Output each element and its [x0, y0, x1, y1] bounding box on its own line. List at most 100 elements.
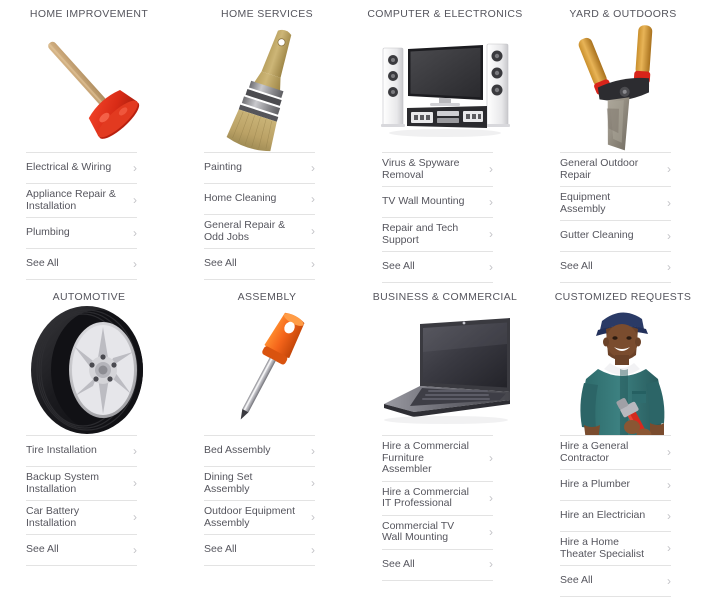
- category-link[interactable]: Electrical & Wiring ›: [26, 153, 137, 184]
- chevron-right-icon: ›: [667, 541, 671, 555]
- link-label: Hire a Plumber: [560, 478, 631, 491]
- link-label: Outdoor Equipment Assembly: [204, 505, 296, 529]
- category-image: [178, 305, 356, 435]
- category-link[interactable]: Bed Assembly ›: [204, 436, 315, 467]
- link-label: Electrical & Wiring: [26, 161, 112, 174]
- category-link-list: Virus & Spyware Removal › TV Wall Mounting…: [382, 152, 493, 283]
- category-link[interactable]: Commercial TV Wall Mounting ›: [382, 516, 493, 550]
- chevron-right-icon: ›: [489, 450, 493, 465]
- link-label: General Outdoor Repair: [560, 157, 639, 181]
- technician-illustration: [580, 312, 665, 435]
- category-image: [178, 22, 356, 152]
- category-card: ASSEMBLY Bed Assembly › Dining Set Assembl…: [178, 283, 356, 597]
- chevron-right-icon: ›: [311, 224, 315, 238]
- category-link[interactable]: Painting ›: [204, 153, 315, 184]
- see-all-link[interactable]: See All ›: [560, 566, 671, 597]
- see-all-link[interactable]: See All ›: [382, 550, 493, 581]
- chevron-right-icon: ›: [667, 228, 671, 243]
- category-link[interactable]: General Outdoor Repair ›: [560, 153, 671, 187]
- link-label: Dining Set Assembly: [204, 471, 253, 495]
- link-label: Home Cleaning: [204, 192, 277, 205]
- chevron-right-icon: ›: [133, 510, 137, 524]
- category-link[interactable]: Hire a Home Theater Specialist ›: [560, 532, 671, 566]
- plunger-illustration: [48, 41, 140, 139]
- chevron-right-icon: ›: [489, 227, 493, 241]
- link-label: Hire a Commercial Furniture Assembler: [382, 440, 469, 475]
- category-image: [534, 22, 712, 152]
- category-link[interactable]: Hire a General Contractor ›: [560, 436, 671, 470]
- chevron-right-icon: ›: [311, 443, 315, 458]
- category-title: ASSEMBLY: [237, 291, 297, 303]
- category-link[interactable]: Outdoor Equipment Assembly ›: [204, 501, 315, 535]
- chevron-right-icon: ›: [311, 510, 315, 524]
- link-label: Car Battery Installation: [26, 505, 80, 529]
- chevron-right-icon: ›: [133, 193, 137, 207]
- category-grid: HOME IMPROVEMENT Electrical & Wiring › App…: [0, 0, 712, 597]
- chevron-right-icon: ›: [133, 443, 137, 458]
- chevron-right-icon: ›: [667, 162, 671, 176]
- chevron-right-icon: ›: [489, 194, 493, 209]
- category-card: CUSTOMIZED REQUESTS Hire a General Contr…: [534, 283, 712, 597]
- see-all-link[interactable]: See All ›: [382, 252, 493, 283]
- category-link[interactable]: Car Battery Installation ›: [26, 501, 137, 535]
- chevron-right-icon: ›: [133, 256, 137, 271]
- link-label: See All: [382, 557, 415, 570]
- category-link-list: Tire Installation › Backup System Installa…: [26, 435, 137, 566]
- category-link[interactable]: Tire Installation ›: [26, 436, 137, 467]
- category-link-list: Electrical & Wiring › Appliance Repair & I…: [26, 152, 137, 280]
- see-all-link[interactable]: See All ›: [26, 249, 137, 280]
- category-image: [356, 305, 534, 435]
- link-label: Hire a Commercial IT Professional: [382, 485, 469, 509]
- link-label: Tire Installation: [26, 444, 97, 457]
- category-link[interactable]: Repair and Tech Support ›: [382, 218, 493, 252]
- category-link[interactable]: General Repair & Odd Jobs ›: [204, 215, 315, 249]
- link-label: See All: [26, 257, 59, 270]
- category-link[interactable]: Plumbing ›: [26, 218, 137, 249]
- category-link[interactable]: TV Wall Mounting ›: [382, 187, 493, 218]
- link-label: Virus & Spyware Removal: [382, 157, 460, 181]
- category-card: AUTOMOTIVE Tire Installation › Backup Sy…: [0, 283, 178, 597]
- screwdriver-illustration: [240, 312, 305, 420]
- link-label: See All: [382, 260, 415, 273]
- category-link[interactable]: Hire a Plumber ›: [560, 470, 671, 501]
- category-link[interactable]: Virus & Spyware Removal ›: [382, 153, 493, 187]
- see-all-link[interactable]: See All ›: [26, 535, 137, 566]
- category-image: [534, 305, 712, 435]
- chevron-right-icon: ›: [489, 524, 493, 539]
- see-all-link[interactable]: See All ›: [204, 249, 315, 280]
- category-title: BUSINESS & COMMERCIAL: [372, 291, 518, 303]
- category-link[interactable]: Home Cleaning ›: [204, 184, 315, 215]
- category-link[interactable]: Equipment Assembly ›: [560, 187, 671, 221]
- chevron-right-icon: ›: [489, 259, 493, 274]
- category-link[interactable]: Gutter Cleaning ›: [560, 221, 671, 252]
- laptop-illustration: [384, 317, 510, 424]
- link-label: See All: [560, 260, 593, 273]
- tire-wheel-illustration: [31, 306, 143, 434]
- category-link[interactable]: Hire a Commercial Furniture Assembler ›: [382, 436, 493, 482]
- category-link[interactable]: Hire an Electrician ›: [560, 501, 671, 532]
- link-label: Repair and Tech Support: [382, 222, 459, 246]
- chevron-right-icon: ›: [133, 542, 137, 557]
- chevron-right-icon: ›: [489, 557, 493, 571]
- see-all-link[interactable]: See All ›: [204, 535, 315, 566]
- link-label: See All: [204, 257, 237, 270]
- chevron-right-icon: ›: [311, 476, 315, 490]
- chevron-right-icon: ›: [667, 477, 671, 492]
- chevron-right-icon: ›: [133, 476, 137, 490]
- category-link[interactable]: Hire a Commercial IT Professional ›: [382, 482, 493, 516]
- category-link-list: Hire a Commercial Furniture Assembler › Hi…: [382, 435, 493, 581]
- category-link[interactable]: Appliance Repair & Installation ›: [26, 184, 137, 218]
- hedge-shears-illustration: [578, 25, 653, 151]
- link-label: Backup System Installation: [26, 471, 99, 495]
- chevron-right-icon: ›: [667, 259, 671, 274]
- category-card: YARD & OUTDOORS General Outdoor Repair ›…: [534, 0, 712, 283]
- link-label: See All: [204, 543, 237, 556]
- link-label: Painting: [204, 161, 242, 174]
- category-card: COMPUTER & ELECTRONICS Virus & Spyware R…: [356, 0, 534, 283]
- category-link[interactable]: Dining Set Assembly ›: [204, 467, 315, 501]
- category-link-list: General Outdoor Repair › Equipment Assembl…: [560, 152, 671, 283]
- paintbrush-illustration: [226, 29, 292, 152]
- see-all-link[interactable]: See All ›: [560, 252, 671, 283]
- category-title: AUTOMOTIVE: [52, 291, 126, 303]
- category-link[interactable]: Backup System Installation ›: [26, 467, 137, 501]
